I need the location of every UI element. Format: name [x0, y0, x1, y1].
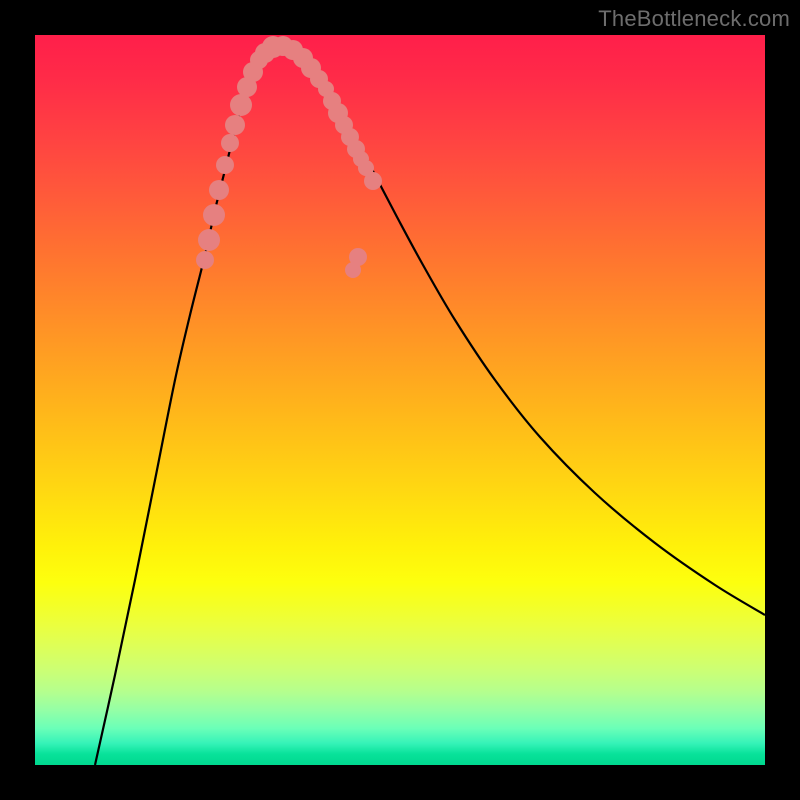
data-dot [230, 94, 252, 116]
dot-cluster [196, 36, 382, 278]
data-dot [198, 229, 220, 251]
data-dot [203, 204, 225, 226]
chart-svg [35, 35, 765, 765]
data-dot [349, 248, 367, 266]
watermark-text: TheBottleneck.com [598, 6, 790, 32]
outer-frame: TheBottleneck.com [0, 0, 800, 800]
bottleneck-curve [95, 46, 765, 765]
data-dot [209, 180, 229, 200]
data-dot [364, 172, 382, 190]
data-dot [216, 156, 234, 174]
data-dot [221, 134, 239, 152]
data-dot [196, 251, 214, 269]
plot-area [35, 35, 765, 765]
data-dot [225, 115, 245, 135]
